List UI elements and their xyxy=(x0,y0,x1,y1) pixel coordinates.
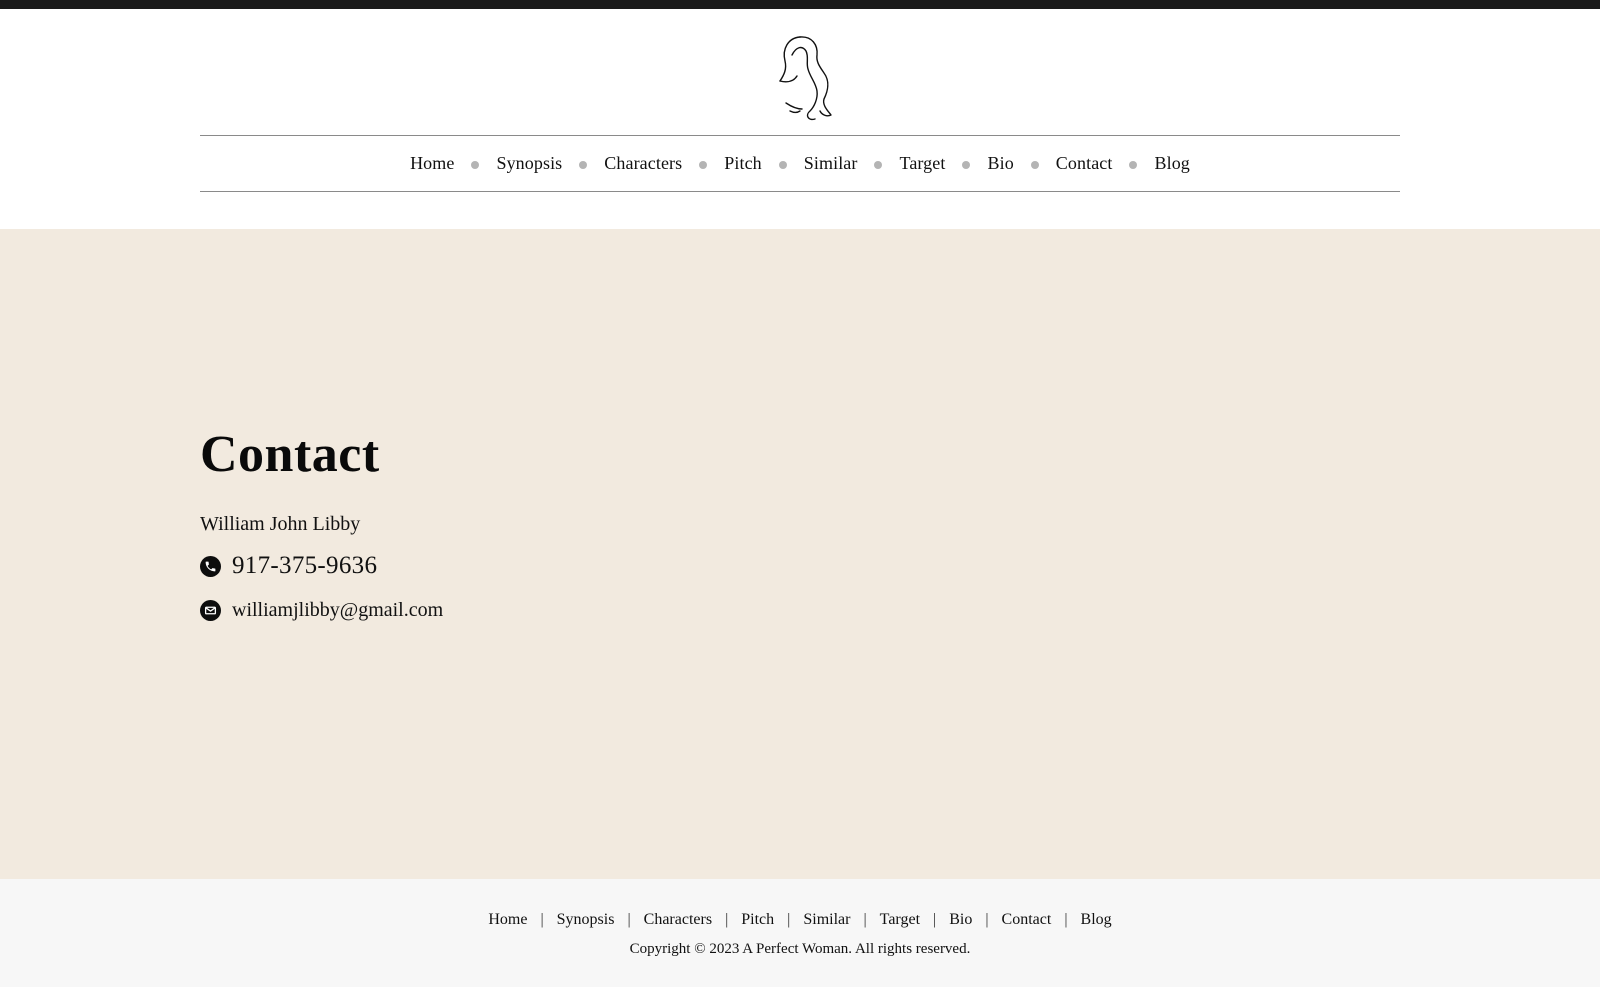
nav-pitch[interactable]: Pitch xyxy=(724,153,762,174)
nav-separator-dot xyxy=(471,160,480,169)
site-header: Home Synopsis Characters Pitch Similar T… xyxy=(0,9,1600,229)
footer-separator: | xyxy=(985,911,989,928)
nav-separator-dot xyxy=(778,160,787,169)
nav-blog[interactable]: Blog xyxy=(1154,153,1189,174)
footer-nav: Home | Synopsis | Characters | Pitch | S… xyxy=(0,911,1600,929)
nav-separator-dot xyxy=(1030,160,1039,169)
footer-nav-synopsis[interactable]: Synopsis xyxy=(557,911,615,929)
nav-bio[interactable]: Bio xyxy=(987,153,1013,174)
footer-separator: | xyxy=(933,911,937,928)
phone-icon xyxy=(200,555,221,577)
phone-row: 917-375-9636 xyxy=(200,552,377,580)
page-title: Contact xyxy=(200,426,380,483)
main-nav: Home Synopsis Characters Pitch Similar T… xyxy=(200,135,1400,192)
footer-nav-contact[interactable]: Contact xyxy=(1002,911,1052,929)
footer-separator: | xyxy=(787,911,791,928)
email-link[interactable]: williamjlibby@gmail.com xyxy=(232,599,443,622)
site-logo[interactable] xyxy=(770,29,840,121)
footer-separator: | xyxy=(627,911,631,928)
top-bar xyxy=(0,0,1600,9)
nav-contact[interactable]: Contact xyxy=(1056,153,1113,174)
contact-name: William John Libby xyxy=(200,513,361,535)
footer-separator: | xyxy=(1064,911,1068,928)
email-row: williamjlibby@gmail.com xyxy=(200,599,443,622)
nav-separator-dot xyxy=(579,160,588,169)
nav-target[interactable]: Target xyxy=(899,153,945,174)
footer-nav-bio[interactable]: Bio xyxy=(949,911,972,929)
nav-characters[interactable]: Characters xyxy=(604,153,682,174)
woman-silhouette-logo-icon xyxy=(779,36,832,121)
nav-separator-dot xyxy=(962,160,971,169)
nav-separator-dot xyxy=(874,160,883,169)
footer-separator: | xyxy=(863,911,867,928)
footer-nav-target[interactable]: Target xyxy=(880,911,920,929)
nav-home[interactable]: Home xyxy=(410,153,454,174)
contact-section: Contact William John Libby 917-375-9636 … xyxy=(0,229,1600,879)
phone-link[interactable]: 917-375-9636 xyxy=(232,552,377,580)
nav-separator-dot xyxy=(1129,160,1138,169)
site-footer: Home | Synopsis | Characters | Pitch | S… xyxy=(0,879,1600,987)
footer-nav-home[interactable]: Home xyxy=(488,911,527,929)
nav-separator-dot xyxy=(699,160,708,169)
nav-synopsis[interactable]: Synopsis xyxy=(496,153,562,174)
copyright-text: Copyright © 2023 A Perfect Woman. All ri… xyxy=(629,941,971,957)
mail-icon xyxy=(200,600,221,621)
footer-nav-pitch[interactable]: Pitch xyxy=(741,911,774,929)
footer-nav-similar[interactable]: Similar xyxy=(803,911,850,929)
footer-separator: | xyxy=(725,911,729,928)
footer-separator: | xyxy=(540,911,544,928)
footer-nav-blog[interactable]: Blog xyxy=(1081,911,1112,929)
nav-similar[interactable]: Similar xyxy=(804,153,858,174)
footer-nav-characters[interactable]: Characters xyxy=(644,911,712,929)
